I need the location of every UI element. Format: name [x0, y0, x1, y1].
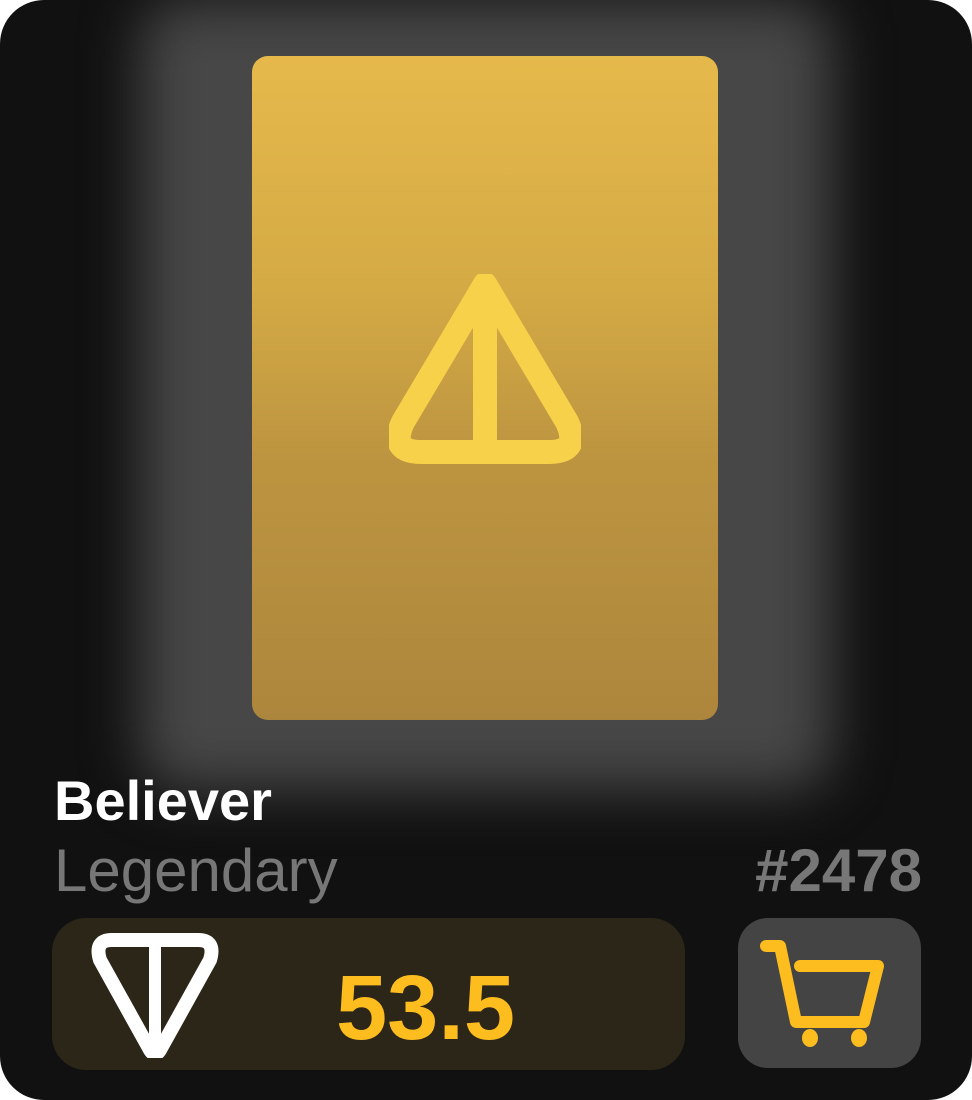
ton-icon — [91, 933, 219, 1058]
price-box: 53.5 — [52, 918, 685, 1070]
price-value: 53.5 — [336, 957, 516, 1059]
cart-icon — [760, 940, 884, 1047]
triangle-logo-icon — [389, 274, 581, 464]
nft-card[interactable]: Believer Legendary #2478 53.5 — [0, 0, 972, 1100]
item-name: Believer — [54, 769, 272, 832]
item-serial: #2478 — [755, 837, 922, 904]
add-to-cart-button[interactable] — [738, 918, 921, 1068]
nft-artwork[interactable] — [252, 56, 718, 720]
item-rarity: Legendary — [54, 837, 338, 904]
